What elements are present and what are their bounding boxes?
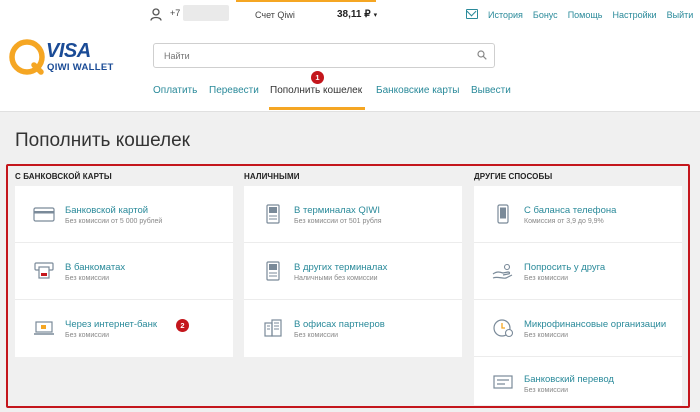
option-title: Банковский перевод: [524, 374, 614, 385]
nav-bank-cards[interactable]: Банковские карты: [376, 85, 459, 96]
account-label[interactable]: Счет Qiwi: [255, 10, 295, 20]
mail-icon[interactable]: [466, 9, 478, 19]
link-logout[interactable]: Выйти: [667, 10, 694, 20]
option-subtitle: Без комиссии от 501 рубля: [294, 218, 382, 225]
bank-transfer-icon: [493, 375, 513, 389]
link-help[interactable]: Помощь: [568, 10, 603, 20]
option-subtitle: Без комиссии: [524, 275, 569, 282]
nav-pay[interactable]: Оплатить: [153, 85, 197, 96]
option-subtitle: Без комиссии от 5 000 рублей: [65, 218, 163, 225]
logo-visa-text: VISA: [46, 40, 91, 62]
option-title: Попросить у друга: [524, 262, 606, 273]
chevron-down-icon: ▾: [373, 12, 378, 19]
option-subtitle: Наличными без комиссии: [294, 275, 378, 282]
option-title: С баланса телефона: [524, 205, 617, 216]
option-internet-bank[interactable]: Через интернет-банк Без комиссии 2: [15, 300, 233, 357]
card-other: С баланса телефона Комиссия от 3,9 до 9,…: [474, 186, 682, 405]
option-subtitle: Без комиссии: [524, 387, 569, 394]
option-title: Через интернет-банк: [65, 319, 157, 330]
phone-number-mask: [183, 5, 229, 21]
option-subtitle: Комиссия от 3,9 до 9,9%: [524, 218, 604, 225]
step-badge-1: 1: [311, 71, 324, 84]
option-other-terminals[interactable]: В других терминалах Наличными без комисс…: [244, 243, 462, 300]
card-cash: В терминалах QIWI Без комиссии от 501 ру…: [244, 186, 462, 357]
nav-transfer[interactable]: Перевести: [209, 85, 259, 96]
logo-wallet-text: QIWI WALLET: [47, 62, 114, 73]
column-header-other: ДРУГИЕ СПОСОБЫ: [474, 172, 553, 181]
option-subtitle: Без комиссии: [65, 275, 110, 282]
option-bank-card[interactable]: Банковской картой Без комиссии от 5 000 …: [15, 186, 233, 243]
nav-active-underline: [269, 107, 365, 110]
page-title: Пополнить кошелек: [15, 130, 190, 151]
office-icon: [264, 319, 282, 337]
terminal-icon: [266, 261, 280, 281]
option-title: В терминалах QIWI: [294, 205, 381, 216]
option-subtitle: Без комиссии: [294, 332, 339, 339]
option-partner-offices[interactable]: В офисах партнеров Без комиссии: [244, 300, 462, 357]
link-bonus[interactable]: Бонус: [533, 10, 558, 20]
column-header-bank-card: С БАНКОВСКОЙ КАРТЫ: [15, 172, 112, 181]
option-title: В других терминалах: [294, 262, 388, 273]
laptop-icon: [34, 321, 54, 335]
column-header-cash: НАЛИЧНЫМИ: [244, 172, 300, 181]
option-title: В офисах партнеров: [294, 319, 385, 330]
card-bank-card: Банковской картой Без комиссии от 5 000 …: [15, 186, 233, 357]
coin-clock-icon: [493, 319, 514, 338]
balance-value: 38,11 ₽: [337, 9, 371, 20]
qiwi-ring-icon: [9, 39, 45, 75]
credit-card-icon: [33, 207, 55, 222]
account-highlight-line: [236, 0, 376, 2]
option-atm[interactable]: В банкоматах Без комиссии: [15, 243, 233, 300]
atm-icon: [34, 262, 54, 279]
user-icon[interactable]: [150, 8, 162, 21]
link-history[interactable]: История: [488, 10, 523, 20]
option-phone-balance[interactable]: С баланса телефона Комиссия от 3,9 до 9,…: [474, 186, 682, 243]
header: +7 Счет Qiwi 38,11 ₽ ▾ История Бонус Помо…: [0, 0, 700, 112]
step-badge-2: 2: [176, 319, 189, 332]
search-box: [153, 43, 495, 68]
hand-icon: [492, 263, 513, 279]
phone-number: +7: [170, 8, 181, 18]
option-title: Микрофинансовые организации: [524, 319, 667, 330]
phone-icon: [497, 204, 509, 224]
option-microfinance[interactable]: Микрофинансовые организации Без комиссии: [474, 300, 682, 357]
option-subtitle: Без комиссии: [524, 332, 569, 339]
search-input[interactable]: [164, 49, 464, 63]
option-ask-friend[interactable]: Попросить у друга Без комиссии: [474, 243, 682, 300]
balance-dropdown[interactable]: 38,11 ₽ ▾: [337, 9, 377, 20]
option-qiwi-terminals[interactable]: В терминалах QIWI Без комиссии от 501 ру…: [244, 186, 462, 243]
option-title: В банкоматах: [65, 262, 126, 273]
topbar: +7 Счет Qiwi 38,11 ₽ ▾ История Бонус Помо…: [0, 0, 700, 30]
option-subtitle: Без комиссии: [65, 332, 110, 339]
option-title: Банковской картой: [65, 205, 149, 216]
qiwi-logo[interactable]: VISA QIWI WALLET: [8, 38, 118, 78]
nav-withdraw[interactable]: Вывести: [471, 85, 511, 96]
option-bank-transfer[interactable]: Банковский перевод Без комиссии: [474, 357, 682, 405]
search-icon[interactable]: [477, 50, 487, 60]
terminal-icon: [266, 204, 280, 224]
link-settings[interactable]: Настройки: [612, 10, 656, 20]
nav-topup[interactable]: Пополнить кошелек: [270, 85, 362, 96]
top-links: История Бонус Помощь Настройки Выйти: [488, 10, 693, 20]
